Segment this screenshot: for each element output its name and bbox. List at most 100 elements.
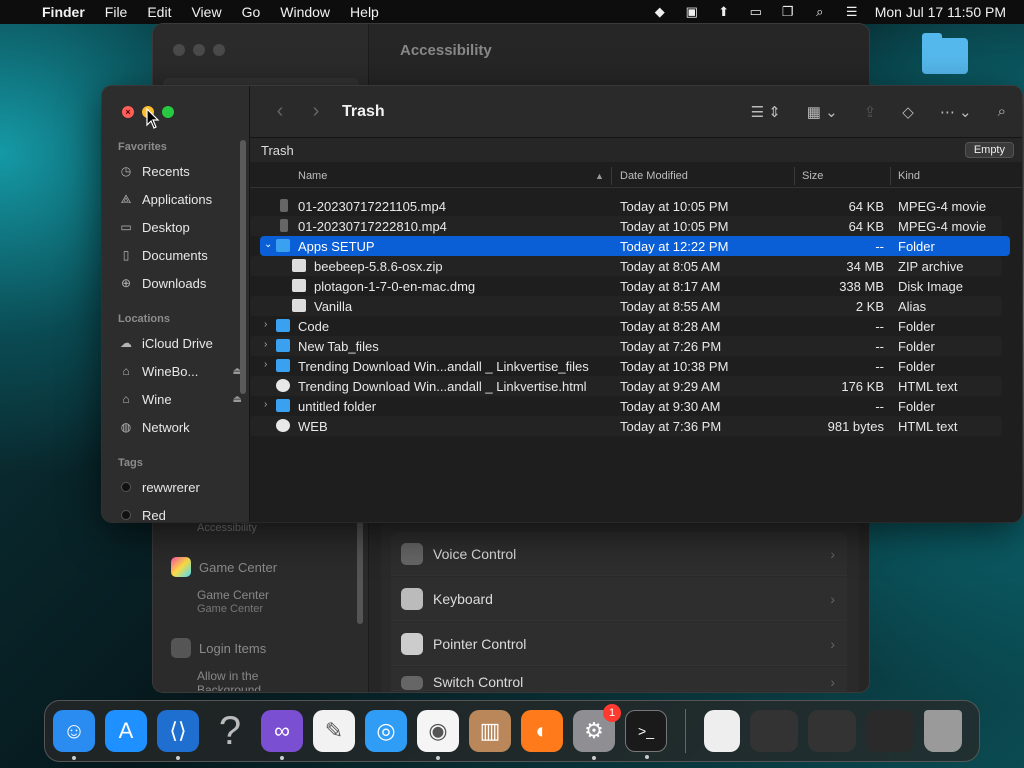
column-divider[interactable] xyxy=(890,167,891,185)
more-actions-icon[interactable]: ⋯ ⌄ xyxy=(940,103,972,121)
sidebar-item-winebo[interactable]: ⌂ WineBo... ⏏ xyxy=(118,358,242,384)
menu-window[interactable]: Window xyxy=(270,0,340,24)
column-date-header[interactable]: Date Modified xyxy=(620,170,688,182)
column-divider[interactable] xyxy=(794,167,795,185)
file-row[interactable]: › Code Today at 8:28 AM -- Folder xyxy=(260,316,1010,336)
file-date: Today at 12:22 PM xyxy=(620,239,729,254)
share-icon[interactable]: ⇪ xyxy=(864,103,877,121)
file-date: Today at 8:55 AM xyxy=(620,299,721,314)
menu-view[interactable]: View xyxy=(181,0,231,24)
locations-header: Locations xyxy=(118,313,170,325)
html-file-icon xyxy=(276,379,290,392)
disclosure-expanded-icon[interactable]: ⌄ xyxy=(264,239,272,250)
list-view-icon[interactable]: ☰ ⇕ xyxy=(751,103,781,121)
file-row[interactable]: 01-20230717222810.mp4 Today at 10:05 PM 64… xyxy=(260,216,1010,236)
settings-sidebar-game-center[interactable]: Game Center xyxy=(171,557,277,577)
file-row[interactable]: plotagon-1-7-0-en-mac.dmg Today at 8:17 A… xyxy=(260,276,1010,296)
sidebar-tag-red[interactable]: Red xyxy=(118,502,242,522)
settings-sidebar-login-items[interactable]: Login Items xyxy=(171,638,266,658)
file-row[interactable]: ⌄ Apps SETUP Today at 12:22 PM -- Folder xyxy=(260,236,1010,256)
spotlight-search-icon[interactable]: ⌕ xyxy=(811,4,829,20)
column-divider[interactable] xyxy=(611,167,612,185)
desktop-folder-icon[interactable] xyxy=(922,33,968,74)
visual-studio-icon[interactable]: ∞ xyxy=(261,710,303,760)
control-center-icon[interactable]: ☰ xyxy=(843,4,861,20)
sidebar-item-icloud-drive[interactable]: ☁ iCloud Drive xyxy=(118,330,242,356)
file-kind: Disk Image xyxy=(898,279,964,294)
file-row[interactable]: Trending Download Win...andall _ Linkver… xyxy=(260,376,1010,396)
disclosure-collapsed-icon[interactable]: › xyxy=(264,319,267,330)
sidebar-item-desktop[interactable]: ▭ Desktop xyxy=(118,214,242,240)
file-row[interactable]: Vanilla Today at 8:55 AM 2 KB Alias xyxy=(260,296,1010,316)
file-row[interactable]: › Trending Download Win...andall _ Linkve… xyxy=(260,356,1010,376)
window-title: Trash xyxy=(342,102,385,120)
vscode-icon[interactable]: ⟨⟩ xyxy=(157,710,199,760)
archive-utility-icon[interactable]: ▥ xyxy=(469,710,511,752)
column-kind-header[interactable]: Kind xyxy=(898,170,920,182)
menu-edit[interactable]: Edit xyxy=(137,0,181,24)
file-row[interactable]: › New Tab_files Today at 7:26 PM -- Folder xyxy=(260,336,1010,356)
empty-trash-button[interactable]: Empty xyxy=(964,142,1014,158)
finder-toolbar: ‹ › Trash ☰ ⇕ ▦ ⌄ ⇪ ◇ ⋯ ⌄ ⌕ xyxy=(250,86,1022,138)
settings-row-keyboard[interactable]: Keyboard › xyxy=(391,577,847,621)
sidebar-item-recents[interactable]: ◷ Recents xyxy=(118,158,242,184)
disclosure-collapsed-icon[interactable]: › xyxy=(264,339,267,350)
eject-icon[interactable]: ⏏ xyxy=(233,394,242,405)
help-icon[interactable]: ? xyxy=(209,709,251,753)
minimized-window-thumbnail[interactable] xyxy=(866,710,914,752)
disclosure-collapsed-icon[interactable]: › xyxy=(264,399,267,410)
sidebar-scrollbar[interactable] xyxy=(240,140,246,394)
screen-mirroring-icon[interactable]: ❐ xyxy=(779,4,797,20)
menubar-clock[interactable]: Mon Jul 17 11:50 PM xyxy=(875,4,1006,20)
column-name-header[interactable]: Name xyxy=(298,170,327,182)
sidebar-toggle-icon[interactable]: ▭ xyxy=(747,4,765,20)
sidebar-item-documents[interactable]: ▯ Documents xyxy=(118,242,242,268)
trash-icon[interactable] xyxy=(924,710,962,752)
screen-record-icon[interactable]: ▣ xyxy=(683,4,701,20)
column-size-header[interactable]: Size xyxy=(802,170,823,182)
textedit-icon[interactable]: ✎ xyxy=(313,710,355,752)
file-row[interactable]: WEB Today at 7:36 PM 981 bytes HTML text xyxy=(260,416,1010,436)
sidebar-tag-rewwrerer[interactable]: rewwrerer xyxy=(118,474,242,500)
settings-row-voice-control[interactable]: Voice Control › xyxy=(391,532,847,576)
sort-ascending-icon[interactable]: ▲ xyxy=(595,171,604,181)
settings-row-switch-control[interactable]: Switch Control › xyxy=(391,667,847,691)
status-app-icon[interactable]: ◆ xyxy=(651,4,669,20)
search-icon[interactable]: ⌕ xyxy=(998,103,1006,120)
minimized-window-thumbnail[interactable] xyxy=(808,710,856,752)
tag-icon[interactable]: ◇ xyxy=(902,103,914,121)
terminal-icon[interactable]: >_ xyxy=(625,710,667,759)
sidebar-item-network[interactable]: ◍ Network xyxy=(118,414,242,440)
minimized-window-thumbnail[interactable] xyxy=(750,710,798,752)
sidebar-item-downloads[interactable]: ⊕ Downloads xyxy=(118,270,242,296)
zoom-button[interactable] xyxy=(162,106,174,118)
app-menu-finder[interactable]: Finder xyxy=(32,0,95,24)
upload-icon[interactable]: ⬆ xyxy=(715,4,733,20)
chrome-icon[interactable]: ◉ xyxy=(417,710,459,760)
sidebar-item-wine[interactable]: ⌂ Wine ⏏ xyxy=(118,386,242,412)
chevron-right-icon: › xyxy=(830,545,835,562)
sidebar-item-applications[interactable]: ⟁ Applications xyxy=(118,186,242,212)
system-settings-icon[interactable]: ⚙ 1 xyxy=(573,704,621,760)
settings-row-pointer-control[interactable]: Pointer Control › xyxy=(391,622,847,666)
firefox-icon[interactable]: ◐ xyxy=(521,710,563,752)
safari-icon[interactable]: ◎ xyxy=(365,710,407,752)
file-date: Today at 8:28 AM xyxy=(620,319,721,334)
file-row[interactable]: beebeep-5.8.6-osx.zip Today at 8:05 AM 34 … xyxy=(260,256,1010,276)
back-button[interactable]: ‹ xyxy=(262,100,298,123)
tag-dot-icon xyxy=(121,482,131,492)
finder-icon[interactable]: ☺ xyxy=(53,710,95,760)
menu-help[interactable]: Help xyxy=(340,0,389,24)
menu-file[interactable]: File xyxy=(95,0,138,24)
app-store-icon[interactable]: A xyxy=(105,710,147,752)
file-row[interactable]: › untitled folder Today at 9:30 AM -- Folder xyxy=(260,396,1010,416)
disclosure-collapsed-icon[interactable]: › xyxy=(264,359,267,370)
group-by-icon[interactable]: ▦ ⌄ xyxy=(807,103,838,121)
file-row[interactable]: 01-20230717221105.mp4 Today at 10:05 PM 64… xyxy=(260,196,1010,216)
html-document-icon[interactable] xyxy=(704,710,740,752)
forward-button[interactable]: › xyxy=(298,100,334,123)
file-kind: HTML text xyxy=(898,379,958,394)
close-button[interactable]: × xyxy=(122,106,134,118)
settings-sidebar-game-center-title: Game Center xyxy=(197,588,270,602)
menu-go[interactable]: Go xyxy=(232,0,271,24)
